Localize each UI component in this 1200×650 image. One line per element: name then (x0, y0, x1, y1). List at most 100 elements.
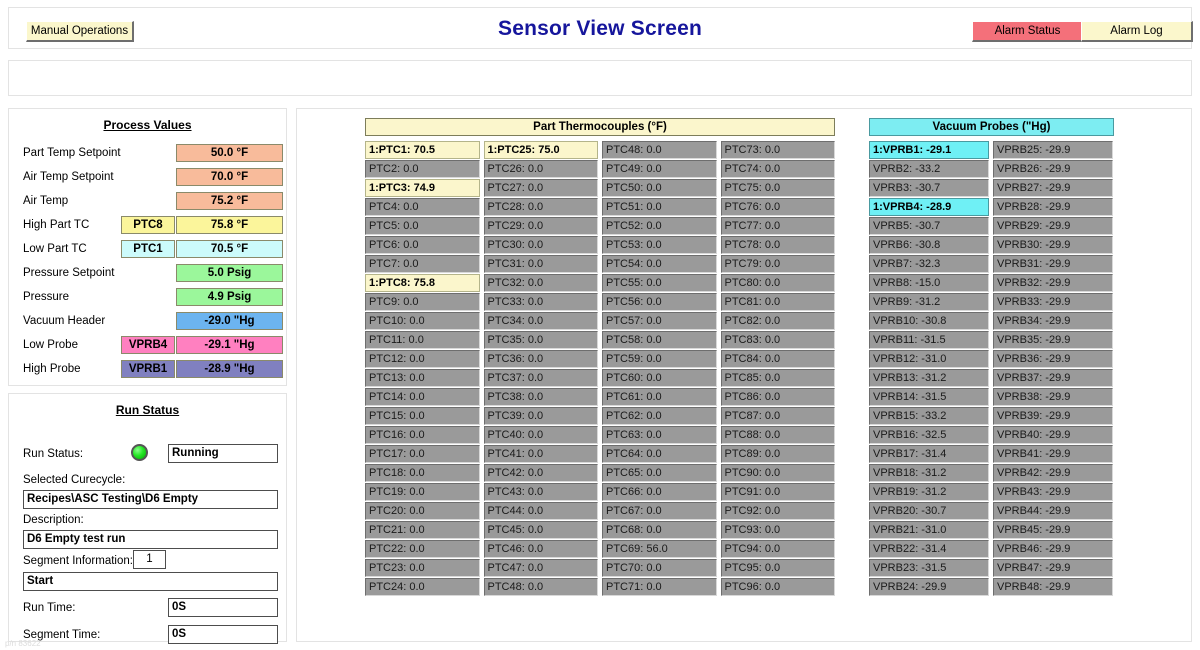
sensor-cell[interactable]: PTC18: 0.0 (365, 464, 480, 482)
sensor-cell[interactable]: VPRB46: -29.9 (993, 540, 1113, 558)
sensor-cell[interactable]: PTC47: 0.0 (483, 559, 598, 577)
sensor-cell[interactable]: VPRB13: -31.2 (869, 369, 989, 387)
sensor-cell[interactable]: PTC60: 0.0 (602, 369, 717, 387)
sensor-cell[interactable]: PTC90: 0.0 (720, 464, 835, 482)
sensor-cell[interactable]: PTC71: 0.0 (602, 578, 717, 596)
sensor-cell[interactable]: PTC22: 0.0 (365, 540, 480, 558)
sensor-cell[interactable]: PTC14: 0.0 (365, 388, 480, 406)
sensor-cell[interactable]: PTC45: 0.0 (483, 521, 598, 539)
sensor-cell[interactable]: VPRB6: -30.8 (869, 236, 989, 254)
sensor-cell[interactable]: VPRB26: -29.9 (993, 160, 1113, 178)
sensor-cell[interactable]: VPRB18: -31.2 (869, 464, 989, 482)
sensor-cell[interactable]: VPRB11: -31.5 (869, 331, 989, 349)
sensor-cell[interactable]: PTC21: 0.0 (365, 521, 480, 539)
sensor-cell-active[interactable]: 1:PTC3: 74.9 (365, 179, 480, 197)
sensor-cell[interactable]: VPRB29: -29.9 (993, 217, 1113, 235)
sensor-cell[interactable]: PTC26: 0.0 (483, 160, 598, 178)
sensor-cell[interactable]: PTC56: 0.0 (602, 293, 717, 311)
sensor-cell[interactable]: PTC94: 0.0 (720, 540, 835, 558)
sensor-cell[interactable]: VPRB12: -31.0 (869, 350, 989, 368)
sensor-cell[interactable]: VPRB19: -31.2 (869, 483, 989, 501)
sensor-cell[interactable]: PTC92: 0.0 (720, 502, 835, 520)
sensor-cell[interactable]: VPRB28: -29.9 (993, 198, 1113, 216)
alarm-log-button[interactable]: Alarm Log (1081, 21, 1193, 42)
sensor-cell[interactable]: PTC30: 0.0 (483, 236, 598, 254)
sensor-cell[interactable]: PTC54: 0.0 (602, 255, 717, 273)
sensor-cell[interactable]: VPRB34: -29.9 (993, 312, 1113, 330)
sensor-cell[interactable]: PTC69: 56.0 (602, 540, 717, 558)
sensor-cell[interactable]: VPRB44: -29.9 (993, 502, 1113, 520)
sensor-cell[interactable]: VPRB32: -29.9 (993, 274, 1113, 292)
sensor-cell[interactable]: PTC85: 0.0 (720, 369, 835, 387)
sensor-cell[interactable]: PTC20: 0.0 (365, 502, 480, 520)
sensor-cell[interactable]: VPRB31: -29.9 (993, 255, 1113, 273)
sensor-cell[interactable]: VPRB10: -30.8 (869, 312, 989, 330)
sensor-cell[interactable]: VPRB33: -29.9 (993, 293, 1113, 311)
sensor-cell[interactable]: PTC77: 0.0 (720, 217, 835, 235)
sensor-cell[interactable]: PTC11: 0.0 (365, 331, 480, 349)
sensor-cell[interactable]: PTC16: 0.0 (365, 426, 480, 444)
sensor-cell[interactable]: PTC73: 0.0 (720, 141, 835, 159)
sensor-cell[interactable]: VPRB40: -29.9 (993, 426, 1113, 444)
sensor-cell[interactable]: PTC70: 0.0 (602, 559, 717, 577)
sensor-cell[interactable]: VPRB3: -30.7 (869, 179, 989, 197)
sensor-cell[interactable]: PTC50: 0.0 (602, 179, 717, 197)
sensor-cell[interactable]: PTC57: 0.0 (602, 312, 717, 330)
sensor-cell[interactable]: PTC91: 0.0 (720, 483, 835, 501)
sensor-cell[interactable]: VPRB42: -29.9 (993, 464, 1113, 482)
sensor-cell[interactable]: VPRB16: -32.5 (869, 426, 989, 444)
sensor-cell[interactable]: PTC48: 0.0 (602, 141, 717, 159)
sensor-cell[interactable]: PTC43: 0.0 (483, 483, 598, 501)
sensor-cell[interactable]: PTC88: 0.0 (720, 426, 835, 444)
sensor-cell-active[interactable]: 1:VPRB4: -28.9 (869, 198, 989, 216)
sensor-cell[interactable]: PTC13: 0.0 (365, 369, 480, 387)
sensor-cell[interactable]: VPRB30: -29.9 (993, 236, 1113, 254)
sensor-cell[interactable]: PTC53: 0.0 (602, 236, 717, 254)
sensor-cell[interactable]: VPRB41: -29.9 (993, 445, 1113, 463)
sensor-cell[interactable]: PTC4: 0.0 (365, 198, 480, 216)
sensor-cell[interactable]: PTC15: 0.0 (365, 407, 480, 425)
sensor-cell[interactable]: PTC42: 0.0 (483, 464, 598, 482)
sensor-cell[interactable]: VPRB35: -29.9 (993, 331, 1113, 349)
sensor-cell[interactable]: VPRB15: -33.2 (869, 407, 989, 425)
sensor-cell[interactable]: PTC68: 0.0 (602, 521, 717, 539)
sensor-cell[interactable]: PTC7: 0.0 (365, 255, 480, 273)
sensor-cell[interactable]: PTC76: 0.0 (720, 198, 835, 216)
sensor-cell[interactable]: VPRB27: -29.9 (993, 179, 1113, 197)
sensor-cell[interactable]: PTC27: 0.0 (483, 179, 598, 197)
sensor-cell[interactable]: VPRB2: -33.2 (869, 160, 989, 178)
sensor-cell[interactable]: PTC46: 0.0 (483, 540, 598, 558)
sensor-cell[interactable]: PTC10: 0.0 (365, 312, 480, 330)
sensor-cell[interactable]: PTC75: 0.0 (720, 179, 835, 197)
sensor-cell[interactable]: VPRB14: -31.5 (869, 388, 989, 406)
sensor-cell[interactable]: PTC58: 0.0 (602, 331, 717, 349)
sensor-cell[interactable]: PTC12: 0.0 (365, 350, 480, 368)
sensor-cell[interactable]: PTC40: 0.0 (483, 426, 598, 444)
sensor-cell[interactable]: PTC48: 0.0 (483, 578, 598, 596)
sensor-cell[interactable]: PTC33: 0.0 (483, 293, 598, 311)
sensor-cell[interactable]: PTC36: 0.0 (483, 350, 598, 368)
sensor-cell[interactable]: PTC29: 0.0 (483, 217, 598, 235)
description-field[interactable]: D6 Empty test run (23, 530, 278, 549)
sensor-cell[interactable]: PTC86: 0.0 (720, 388, 835, 406)
sensor-cell[interactable]: PTC24: 0.0 (365, 578, 480, 596)
sensor-cell[interactable]: PTC37: 0.0 (483, 369, 598, 387)
sensor-cell[interactable]: VPRB37: -29.9 (993, 369, 1113, 387)
sensor-cell[interactable]: PTC49: 0.0 (602, 160, 717, 178)
sensor-cell[interactable]: VPRB24: -29.9 (869, 578, 989, 596)
sensor-cell[interactable]: VPRB8: -15.0 (869, 274, 989, 292)
sensor-cell[interactable]: PTC78: 0.0 (720, 236, 835, 254)
sensor-cell[interactable]: PTC6: 0.0 (365, 236, 480, 254)
sensor-cell-active[interactable]: 1:PTC1: 70.5 (365, 141, 480, 159)
sensor-cell[interactable]: PTC23: 0.0 (365, 559, 480, 577)
sensor-cell[interactable]: PTC81: 0.0 (720, 293, 835, 311)
sensor-cell[interactable]: PTC67: 0.0 (602, 502, 717, 520)
sensor-cell[interactable]: PTC96: 0.0 (720, 578, 835, 596)
sensor-cell[interactable]: VPRB38: -29.9 (993, 388, 1113, 406)
sensor-cell[interactable]: VPRB25: -29.9 (993, 141, 1113, 159)
sensor-cell[interactable]: PTC59: 0.0 (602, 350, 717, 368)
sensor-cell[interactable]: PTC9: 0.0 (365, 293, 480, 311)
sensor-cell[interactable]: PTC95: 0.0 (720, 559, 835, 577)
sensor-cell[interactable]: PTC44: 0.0 (483, 502, 598, 520)
sensor-cell[interactable]: PTC63: 0.0 (602, 426, 717, 444)
